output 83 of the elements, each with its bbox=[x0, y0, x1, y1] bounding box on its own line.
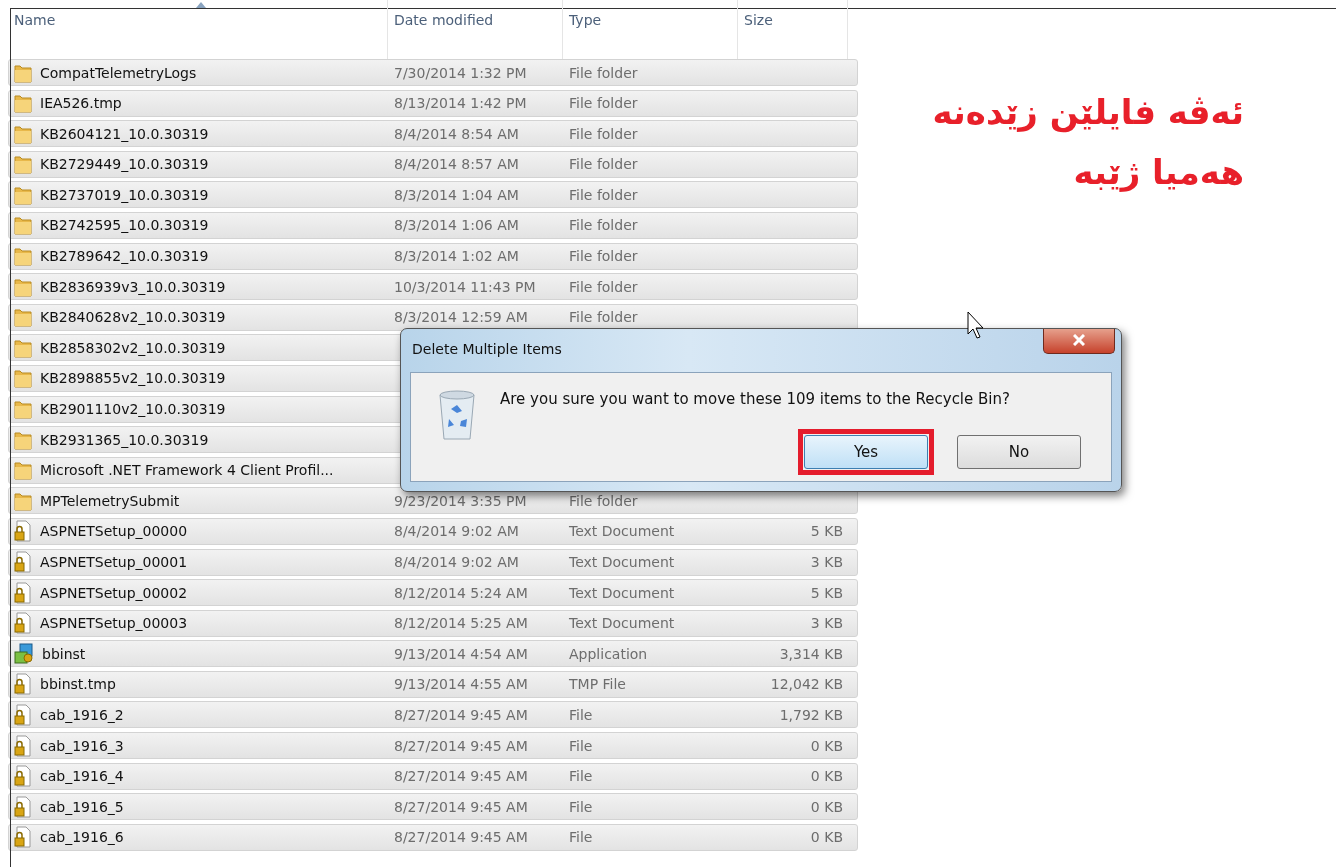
date-modified: 8/12/2014 5:25 AM bbox=[394, 615, 528, 632]
file-type: File folder bbox=[569, 492, 638, 509]
file-name: KB2836939v3_10.0.30319 bbox=[40, 278, 226, 295]
file-name: ASPNETSetup_00003 bbox=[40, 615, 188, 632]
file-size: 3 KB bbox=[810, 554, 843, 570]
file-name: KB2604121_10.0.30319 bbox=[40, 125, 209, 142]
file-type: File bbox=[569, 798, 593, 815]
file-type: File folder bbox=[569, 95, 638, 112]
file-type: File bbox=[569, 737, 593, 754]
date-modified: 9/13/2014 4:54 AM bbox=[394, 645, 528, 662]
file-name: KB2931365_10.0.30319 bbox=[40, 431, 209, 448]
file-size: 3 KB bbox=[810, 615, 843, 632]
file-name: ASPNETSetup_00001 bbox=[40, 554, 188, 570]
date-modified: 8/27/2014 9:45 AM bbox=[394, 798, 528, 815]
file-name: bbinst.tmp bbox=[40, 676, 116, 693]
file-type: File bbox=[569, 768, 593, 785]
annotation-text: هەمیا ژێبە bbox=[1073, 152, 1244, 192]
date-modified: 8/3/2014 1:04 AM bbox=[394, 186, 519, 203]
date-modified: 8/13/2014 1:42 PM bbox=[394, 95, 527, 112]
dialog-message: Are you sure you want to move these 109 items to the Recycle Bin? bbox=[500, 390, 1010, 408]
file-name: KB2901110v2_10.0.30319 bbox=[40, 401, 226, 418]
date-modified: 8/3/2014 1:06 AM bbox=[394, 217, 519, 234]
file-type: Text Document bbox=[569, 615, 675, 632]
file-name: bbinst bbox=[42, 645, 86, 662]
file-name: cab_1916_6 bbox=[40, 829, 124, 846]
date-modified: 9/13/2014 4:55 AM bbox=[394, 676, 528, 693]
file-name: KB2742595_10.0.30319 bbox=[40, 217, 209, 234]
file-name: KB2898855v2_10.0.30319 bbox=[40, 370, 226, 387]
date-modified: 10/3/2014 11:43 PM bbox=[394, 278, 536, 295]
date-modified: 8/3/2014 1:02 AM bbox=[394, 248, 519, 265]
annotation-text: ئەڤە فایلێن زێدەنە bbox=[932, 92, 1244, 132]
file-name: cab_1916_2 bbox=[40, 706, 124, 723]
file-type: TMP File bbox=[569, 676, 626, 693]
file-size: 0 KB bbox=[810, 798, 843, 815]
file-type: File folder bbox=[569, 186, 638, 203]
file-type: File bbox=[569, 706, 593, 723]
file-name: KB2858302v2_10.0.30319 bbox=[40, 339, 226, 356]
file-name: ASPNETSetup_00000 bbox=[40, 523, 188, 540]
file-size: 3,314 KB bbox=[779, 645, 843, 662]
date-modified: 9/23/2014 3:35 PM bbox=[394, 492, 527, 509]
date-modified: 8/4/2014 9:02 AM bbox=[394, 554, 519, 570]
file-size: 0 KB bbox=[810, 737, 843, 754]
date-modified: 8/27/2014 9:45 AM bbox=[394, 737, 528, 754]
file-size: 0 KB bbox=[810, 829, 843, 846]
date-modified: 8/27/2014 9:45 AM bbox=[394, 768, 528, 785]
date-modified: 8/12/2014 5:24 AM bbox=[394, 584, 528, 601]
file-name: cab_1916_3 bbox=[40, 737, 124, 754]
file-type: Application bbox=[569, 645, 648, 662]
date-modified: 8/4/2014 8:57 AM bbox=[394, 156, 519, 173]
file-name: ASPNETSetup_00002 bbox=[40, 584, 188, 601]
date-modified: 8/27/2014 9:45 AM bbox=[394, 706, 528, 723]
file-type: File folder bbox=[569, 156, 638, 173]
file-size: 12,042 KB bbox=[770, 676, 843, 693]
date-modified: 8/27/2014 9:45 AM bbox=[394, 829, 528, 846]
file-type: File folder bbox=[569, 217, 638, 234]
file-name: KB2729449_10.0.30319 bbox=[40, 156, 209, 173]
file-name: KB2840628v2_10.0.30319 bbox=[40, 309, 226, 326]
file-name: cab_1916_4 bbox=[40, 768, 124, 785]
file-type: File folder bbox=[569, 309, 638, 326]
date-modified: 8/4/2014 9:02 AM bbox=[394, 523, 519, 540]
file-name: Microsoft .NET Framework 4 Client Profil... bbox=[40, 462, 334, 479]
date-modified: 7/30/2014 1:32 PM bbox=[394, 64, 527, 81]
file-size: 5 KB bbox=[810, 584, 843, 601]
dialog-title: Delete Multiple Items bbox=[412, 341, 562, 357]
file-size: 5 KB bbox=[810, 523, 843, 540]
date-modified: 8/4/2014 8:54 AM bbox=[394, 125, 519, 142]
file-type: Text Document bbox=[569, 523, 675, 540]
file-name: KB2789642_10.0.30319 bbox=[40, 248, 209, 265]
file-name: cab_1916_5 bbox=[40, 798, 124, 815]
file-name: KB2737019_10.0.30319 bbox=[40, 186, 209, 203]
file-type: Text Document bbox=[569, 584, 675, 601]
file-name: MPTelemetrySubmit bbox=[40, 492, 180, 509]
file-name: CompatTelemetryLogs bbox=[40, 64, 197, 81]
date-modified: 8/3/2014 12:59 AM bbox=[394, 309, 528, 326]
file-type: Text Document bbox=[569, 554, 675, 570]
file-size: 1,792 KB bbox=[779, 706, 843, 723]
file-size: 0 KB bbox=[810, 768, 843, 785]
file-type: File bbox=[569, 829, 593, 846]
file-name: IEA526.tmp bbox=[40, 95, 122, 112]
file-type: File folder bbox=[569, 278, 638, 295]
file-type: File folder bbox=[569, 248, 638, 265]
file-type: File folder bbox=[569, 125, 638, 142]
file-type: File folder bbox=[569, 64, 638, 81]
